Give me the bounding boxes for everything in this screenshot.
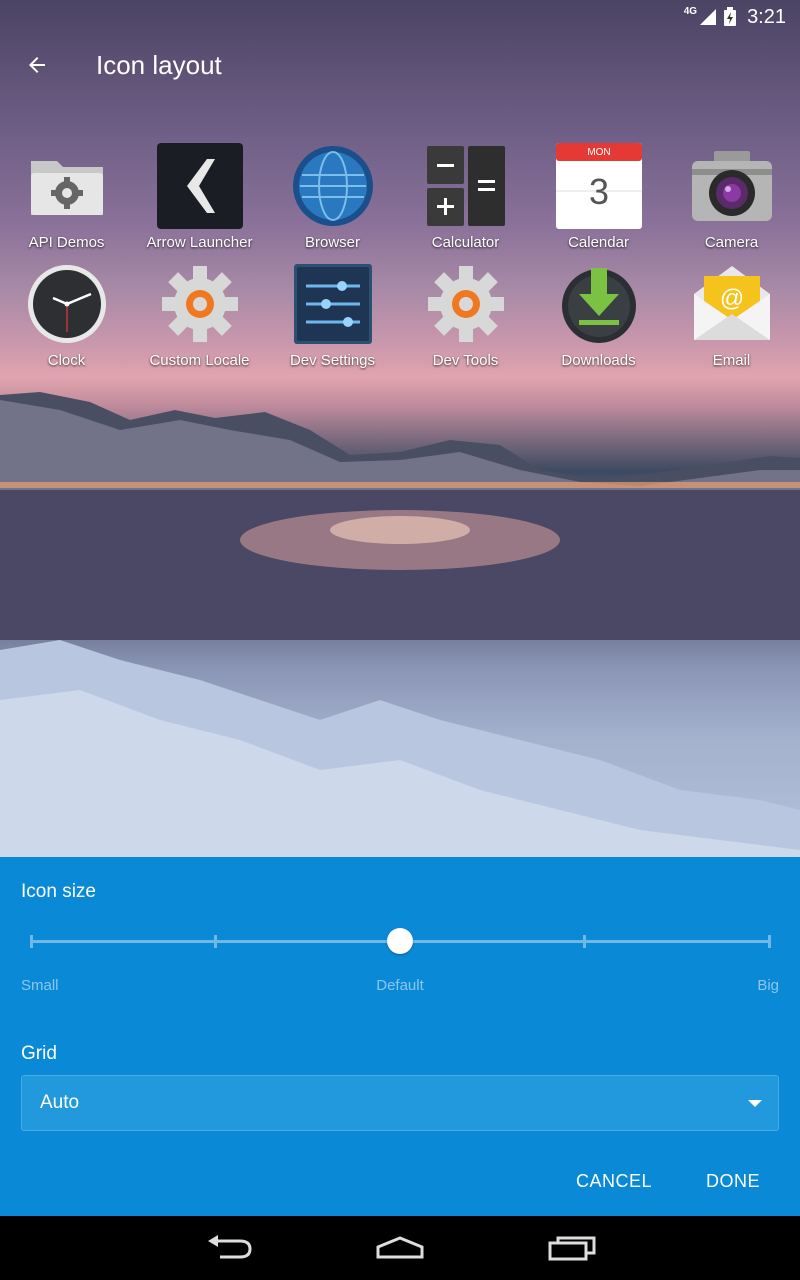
- app-grid: API Demos Arrow Launcher Browser Calcula…: [0, 140, 800, 376]
- app-label: Dev Settings: [289, 352, 376, 369]
- calculator-icon: [426, 146, 505, 226]
- app-clock[interactable]: Clock: [0, 258, 133, 376]
- app-api-demos[interactable]: API Demos: [0, 140, 133, 258]
- app-label: Custom Locale: [149, 352, 250, 369]
- email-icon: @: [693, 266, 770, 340]
- svg-text:@: @: [719, 285, 743, 312]
- done-button[interactable]: DONE: [686, 1163, 780, 1199]
- icon-size-heading: Icon size: [21, 881, 96, 902]
- app-label: Camera: [704, 234, 759, 251]
- back-button[interactable]: [0, 34, 74, 96]
- nav-back-button[interactable]: [190, 1228, 270, 1268]
- nav-recents-button[interactable]: [532, 1228, 612, 1268]
- slider-label-default: Default: [376, 977, 424, 994]
- dialog-actions: CANCEL DONE: [556, 1163, 800, 1199]
- calendar-month: MON: [587, 147, 610, 158]
- gear-icon: [161, 266, 238, 342]
- app-calculator[interactable]: Calculator: [399, 140, 532, 258]
- camera-icon: [691, 151, 772, 221]
- app-label: Email: [712, 352, 751, 369]
- app-dev-settings[interactable]: Dev Settings: [266, 258, 399, 376]
- slider-tick: [583, 935, 586, 948]
- app-camera[interactable]: Camera: [665, 140, 798, 258]
- cancel-button[interactable]: CANCEL: [556, 1163, 672, 1199]
- nav-home-button[interactable]: [360, 1228, 440, 1268]
- nav-home-icon: [376, 1236, 424, 1259]
- app-custom-locale[interactable]: Custom Locale: [133, 258, 266, 376]
- slider-tick: [214, 935, 217, 948]
- slider-thumb[interactable]: [387, 928, 413, 954]
- slider-tick: [29, 935, 33, 948]
- app-label: Dev Tools: [432, 352, 499, 369]
- dropdown-arrow-icon: [748, 1100, 762, 1107]
- grid-selected-value: Auto: [40, 1092, 80, 1113]
- app-dev-tools[interactable]: Dev Tools: [399, 258, 532, 376]
- network-type: 4G: [683, 5, 698, 17]
- wallpaper: [0, 0, 800, 857]
- nav-recents-icon: [548, 1236, 596, 1261]
- grid-dropdown[interactable]: Auto: [21, 1075, 779, 1131]
- navigation-bar: [0, 1216, 800, 1280]
- status-bar: 4G 3:21: [0, 0, 800, 34]
- app-label: API Demos: [28, 234, 105, 251]
- calendar-icon: MON 3: [555, 143, 642, 229]
- app-label: Arrow Launcher: [146, 234, 253, 251]
- slider-label-big: Big: [757, 977, 779, 994]
- app-downloads[interactable]: Downloads: [532, 258, 665, 376]
- app-arrow-launcher[interactable]: Arrow Launcher: [133, 140, 266, 258]
- nav-back-icon: [208, 1235, 252, 1259]
- page-title: Icon layout: [96, 49, 222, 80]
- download-icon: [561, 268, 636, 343]
- gear-icon: [427, 266, 504, 342]
- status-time: 3:21: [747, 5, 786, 28]
- globe-icon: [292, 146, 373, 226]
- slider-label-small: Small: [21, 977, 59, 994]
- clock-icon: [27, 265, 106, 343]
- battery-charging-icon: [724, 7, 737, 26]
- app-bar: Icon layout: [0, 34, 800, 96]
- app-browser[interactable]: Browser: [266, 140, 399, 258]
- folder-gear-icon: [30, 161, 103, 215]
- app-label: Calculator: [431, 234, 500, 251]
- app-label: Downloads: [561, 352, 636, 369]
- calendar-day: 3: [588, 171, 608, 212]
- arrow-back-icon: [29, 57, 45, 73]
- app-label: Browser: [304, 234, 360, 251]
- icon-layout-panel: Icon size Small Default Big Grid Auto CA…: [0, 857, 800, 1216]
- icon-size-slider[interactable]: [21, 925, 779, 957]
- signal-icon: [700, 9, 717, 25]
- slider-tick: [767, 935, 771, 948]
- app-label: Clock: [47, 352, 86, 369]
- arrow-launcher-icon: [156, 143, 243, 229]
- app-label: Calendar: [568, 234, 629, 251]
- grid-heading: Grid: [21, 1043, 57, 1064]
- sliders-icon: [293, 264, 372, 344]
- app-calendar[interactable]: MON 3 Calendar: [532, 140, 665, 258]
- app-email[interactable]: @ Email: [665, 258, 798, 376]
